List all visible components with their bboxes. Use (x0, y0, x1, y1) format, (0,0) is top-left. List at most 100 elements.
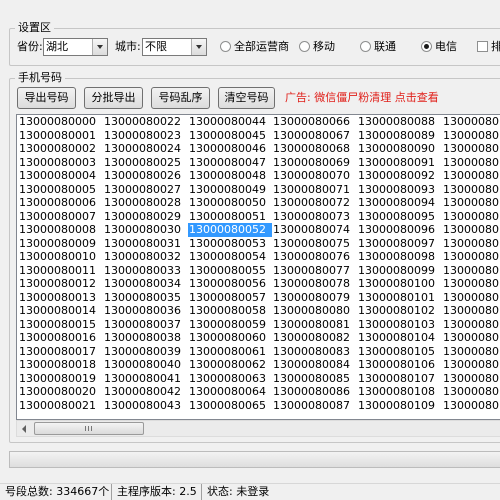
list-item[interactable]: 13000080047 (188, 156, 272, 170)
list-item[interactable]: 13000080005 (18, 183, 102, 197)
list-item[interactable]: 13000080018 (18, 358, 102, 372)
list-item[interactable]: 13000080046 (188, 142, 272, 156)
list-item[interactable]: 13000080110 (442, 115, 500, 129)
list-item[interactable]: 13000080034 (103, 277, 187, 291)
list-item[interactable]: 13000080035 (103, 291, 187, 305)
list-item[interactable]: 13000080021 (18, 399, 102, 413)
list-item[interactable]: 13000080009 (18, 237, 102, 251)
list-item[interactable]: 13000080098 (357, 250, 441, 264)
list-item[interactable]: 13000080083 (272, 345, 356, 359)
list-item[interactable]: 13000080042 (103, 385, 187, 399)
list-item[interactable]: 13000080106 (357, 358, 441, 372)
list-item[interactable]: 13000080119 (442, 237, 500, 251)
clear-button[interactable]: 清空号码 (218, 87, 275, 109)
list-item[interactable]: 13000080022 (103, 115, 187, 129)
export-button[interactable]: 导出号码 (17, 87, 76, 109)
list-item[interactable]: 13000080085 (272, 372, 356, 386)
list-item[interactable]: 13000080006 (18, 196, 102, 210)
list-item[interactable]: 13000080129 (442, 372, 500, 386)
list-item[interactable]: 13000080052 (188, 223, 272, 237)
list-item[interactable]: 13000080087 (272, 399, 356, 413)
list-item[interactable]: 13000080113 (442, 156, 500, 170)
list-item[interactable]: 13000080102 (357, 304, 441, 318)
list-item[interactable]: 13000080024 (103, 142, 187, 156)
list-item[interactable]: 13000080026 (103, 169, 187, 183)
batch-export-button[interactable]: 分批导出 (84, 87, 143, 109)
scroll-left-arrow-icon[interactable] (17, 421, 33, 436)
list-item[interactable]: 13000080014 (18, 304, 102, 318)
list-item[interactable]: 13000080000 (18, 115, 102, 129)
radio-mobile[interactable]: 移动 (299, 39, 335, 55)
list-item[interactable]: 13000080002 (18, 142, 102, 156)
list-item[interactable]: 13000080068 (272, 142, 356, 156)
list-item[interactable]: 13000080130 (442, 385, 500, 399)
list-item[interactable]: 13000080057 (188, 291, 272, 305)
list-item[interactable]: 13000080062 (188, 358, 272, 372)
list-item[interactable]: 13000080114 (442, 169, 500, 183)
list-item[interactable]: 13000080007 (18, 210, 102, 224)
list-item[interactable]: 13000080108 (357, 385, 441, 399)
extra-checkbox[interactable]: 排 (477, 39, 500, 55)
list-item[interactable]: 13000080092 (357, 169, 441, 183)
list-item[interactable]: 13000080031 (103, 237, 187, 251)
ad-link[interactable]: 广告: 微信僵尸粉清理 点击查看 (285, 87, 439, 109)
list-item[interactable]: 13000080063 (188, 372, 272, 386)
list-item[interactable]: 13000080096 (357, 223, 441, 237)
list-item[interactable]: 13000080077 (272, 264, 356, 278)
list-item[interactable]: 13000080120 (442, 250, 500, 264)
list-item[interactable]: 13000080122 (442, 277, 500, 291)
list-item[interactable]: 13000080075 (272, 237, 356, 251)
list-item[interactable]: 13000080128 (442, 358, 500, 372)
list-item[interactable]: 13000080103 (357, 318, 441, 332)
list-item[interactable]: 13000080091 (357, 156, 441, 170)
list-item[interactable]: 13000080023 (103, 129, 187, 143)
list-item[interactable]: 13000080065 (188, 399, 272, 413)
list-item[interactable]: 13000080090 (357, 142, 441, 156)
phone-number-list[interactable]: 13000080000 13000080001 13000080002 1300008… (16, 114, 500, 420)
list-item[interactable]: 13000080101 (357, 291, 441, 305)
list-item[interactable]: 13000080112 (442, 142, 500, 156)
list-item[interactable]: 13000080011 (18, 264, 102, 278)
list-item[interactable]: 13000080088 (357, 115, 441, 129)
list-item[interactable]: 13000080131 (442, 399, 500, 413)
list-item[interactable]: 13000080040 (103, 358, 187, 372)
list-item[interactable]: 13000080115 (442, 183, 500, 197)
list-item[interactable]: 13000080037 (103, 318, 187, 332)
chevron-down-icon[interactable] (92, 39, 107, 55)
list-item[interactable]: 13000080070 (272, 169, 356, 183)
list-item[interactable]: 13000080030 (103, 223, 187, 237)
list-item[interactable]: 13000080078 (272, 277, 356, 291)
list-item[interactable]: 13000080032 (103, 250, 187, 264)
list-item[interactable]: 13000080053 (188, 237, 272, 251)
list-item[interactable]: 13000080111 (442, 129, 500, 143)
list-item[interactable]: 13000080127 (442, 345, 500, 359)
list-item[interactable]: 13000080116 (442, 196, 500, 210)
city-select[interactable]: 不限 (142, 38, 207, 56)
list-item[interactable]: 13000080045 (188, 129, 272, 143)
list-item[interactable]: 13000080097 (357, 237, 441, 251)
list-item[interactable]: 13000080082 (272, 331, 356, 345)
list-item[interactable]: 13000080069 (272, 156, 356, 170)
radio-unicom[interactable]: 联通 (360, 39, 396, 55)
horizontal-scrollbar[interactable] (16, 420, 500, 437)
list-item[interactable]: 13000080041 (103, 372, 187, 386)
list-item[interactable]: 13000080010 (18, 250, 102, 264)
list-item[interactable]: 13000080060 (188, 331, 272, 345)
list-item[interactable]: 13000080074 (272, 223, 356, 237)
list-item[interactable]: 13000080076 (272, 250, 356, 264)
scroll-thumb[interactable] (34, 422, 144, 435)
list-item[interactable]: 13000080107 (357, 372, 441, 386)
list-item[interactable]: 13000080003 (18, 156, 102, 170)
list-item[interactable]: 13000080027 (103, 183, 187, 197)
list-item[interactable]: 13000080029 (103, 210, 187, 224)
list-item[interactable]: 13000080118 (442, 223, 500, 237)
list-item[interactable]: 13000080094 (357, 196, 441, 210)
list-item[interactable]: 13000080044 (188, 115, 272, 129)
list-item[interactable]: 13000080051 (188, 210, 272, 224)
list-item[interactable]: 13000080015 (18, 318, 102, 332)
list-item[interactable]: 13000080012 (18, 277, 102, 291)
list-item[interactable]: 13000080064 (188, 385, 272, 399)
list-item[interactable]: 13000080039 (103, 345, 187, 359)
radio-all-carriers[interactable]: 全部运营商 (220, 39, 289, 55)
radio-telecom[interactable]: 电信 (421, 39, 457, 55)
